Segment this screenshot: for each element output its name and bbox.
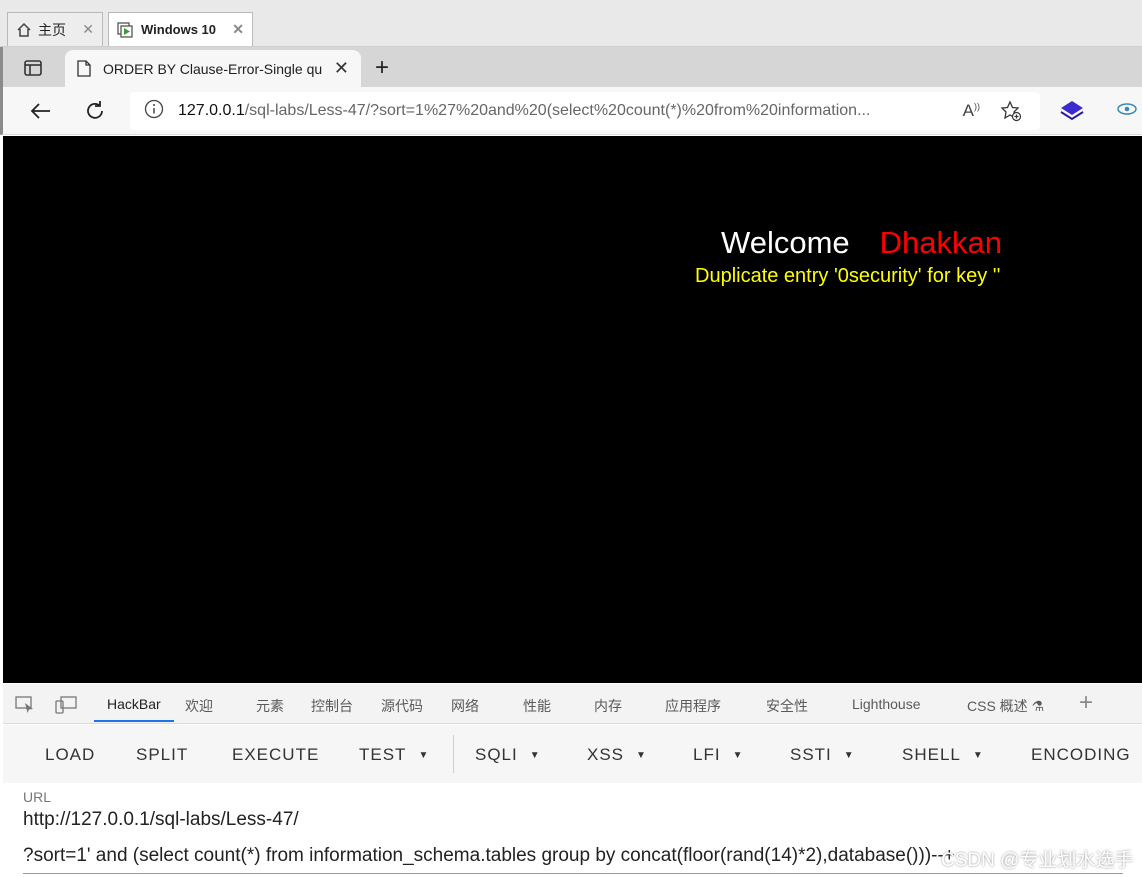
xss-dropdown[interactable]: XSS ▼ — [587, 745, 647, 765]
caret-down-icon: ▼ — [972, 750, 984, 762]
tab-sources[interactable]: 源代码 — [381, 696, 423, 716]
address-url[interactable]: 127.0.0.1/sql-labs/Less-47/?sort=1%27%20… — [178, 102, 928, 120]
sqli-label: SQLI — [475, 745, 518, 764]
vm-tab-windows[interactable]: Windows 10 ✕ — [108, 12, 253, 46]
more-tabs-button[interactable]: + — [1079, 689, 1093, 717]
error-message: Duplicate entry '0security' for key '' — [695, 265, 1001, 287]
url-field-label: URL — [23, 789, 52, 805]
shell-label: SHELL — [902, 745, 961, 764]
test-dropdown[interactable]: TEST ▼ — [359, 745, 429, 765]
address-path: /sql-labs/Less-47/?sort=1%27%20and%20(se… — [244, 102, 871, 119]
caret-down-icon: ▼ — [529, 750, 541, 762]
close-icon[interactable]: ✕ — [334, 58, 349, 79]
hackbar-url-panel: URL http://127.0.0.1/sql-labs/Less-47/ ?… — [3, 783, 1142, 877]
vm-play-icon — [117, 21, 135, 38]
welcome-text: Welcome — [721, 225, 850, 260]
tab-security[interactable]: 安全性 — [766, 696, 808, 716]
tab-css-overview-label: CSS 概述 — [967, 698, 1028, 714]
add-favorite-icon[interactable] — [1000, 100, 1022, 127]
lfi-dropdown[interactable]: LFI ▼ — [693, 745, 743, 765]
address-host: 127.0.0.1 — [178, 102, 245, 119]
page-viewport: Welcome Dhakkan Duplicate entry '0securit… — [3, 136, 1142, 683]
toolbar-divider — [453, 735, 454, 773]
split-button[interactable]: SPLIT — [136, 745, 188, 765]
close-icon[interactable]: ✕ — [232, 21, 244, 38]
xss-label: XSS — [587, 745, 625, 764]
tab-network[interactable]: 网络 — [451, 696, 479, 716]
vm-tab-windows-label: Windows 10 — [141, 22, 217, 37]
url-textarea-line-1[interactable]: http://127.0.0.1/sql-labs/Less-47/ — [23, 809, 299, 831]
navigation-bar: 127.0.0.1/sql-labs/Less-47/?sort=1%27%20… — [0, 87, 1142, 135]
browser-tab-title: ORDER BY Clause-Error-Single qu — [103, 60, 323, 77]
watermark-text: CSDN @专业划水选手 — [941, 850, 1134, 871]
hackbar-toolbar: LOAD SPLIT EXECUTE TEST ▼ SQLI ▼ XSS ▼ LFI ▼… — [3, 725, 1142, 783]
close-icon[interactable]: ✕ — [82, 21, 94, 38]
ssti-dropdown[interactable]: SSTI ▼ — [790, 745, 855, 765]
caret-down-icon: ▼ — [732, 750, 744, 762]
tab-application[interactable]: 应用程序 — [665, 696, 721, 716]
caret-down-icon: ▼ — [418, 750, 430, 762]
shell-dropdown[interactable]: SHELL ▼ — [902, 745, 984, 765]
flask-icon: ⚗ — [1031, 698, 1045, 714]
active-tab-indicator — [94, 720, 174, 722]
tab-memory[interactable]: 内存 — [594, 696, 622, 716]
vm-tab-strip: 主页 ✕ Windows 10 ✕ — [0, 0, 1142, 47]
tab-css-overview[interactable]: CSS 概述 ⚗ — [967, 696, 1044, 716]
address-bar[interactable]: 127.0.0.1/sql-labs/Less-47/?sort=1%27%20… — [130, 92, 1040, 130]
url-textarea-line-2[interactable]: ?sort=1' and (select count(*) from infor… — [23, 845, 955, 867]
tab-lighthouse[interactable]: Lighthouse — [852, 696, 921, 712]
tab-hackbar[interactable]: HackBar — [107, 696, 161, 712]
sqli-dropdown[interactable]: SQLI ▼ — [475, 745, 541, 765]
inspect-element-icon[interactable] — [15, 696, 35, 719]
lfi-label: LFI — [693, 745, 721, 764]
back-arrow-icon[interactable] — [27, 99, 53, 123]
extension-icon[interactable] — [1060, 100, 1084, 127]
tab-actions-icon[interactable] — [21, 57, 45, 79]
welcome-name: Dhakkan — [879, 225, 1002, 260]
caret-down-icon: ▼ — [636, 750, 647, 762]
browser-tab-bar: ORDER BY Clause-Error-Single qu ✕ + — [0, 47, 1142, 87]
refresh-icon[interactable] — [82, 99, 108, 123]
new-tab-button[interactable]: + — [375, 54, 389, 82]
tab-elements[interactable]: 元素 — [256, 696, 284, 716]
welcome-heading: Welcome Dhakkan — [721, 225, 1002, 261]
tab-welcome[interactable]: 欢迎 — [185, 696, 213, 716]
ssti-label: SSTI — [790, 745, 832, 764]
devtools-tab-bar: HackBar 欢迎 元素 控制台 源代码 网络 性能 内存 应用程序 安全性 … — [3, 684, 1142, 724]
document-icon — [77, 60, 91, 77]
vm-tab-home-label: 主页 — [38, 21, 66, 38]
tab-console[interactable]: 控制台 — [311, 696, 353, 716]
test-label: TEST — [359, 745, 407, 764]
tab-performance[interactable]: 性能 — [523, 696, 551, 716]
home-icon — [16, 22, 32, 38]
caret-down-icon: ▼ — [843, 750, 855, 762]
execute-button[interactable]: EXECUTE — [232, 745, 319, 765]
encoding-dropdown[interactable]: ENCODING — [1031, 745, 1131, 765]
browser-tab-active[interactable]: ORDER BY Clause-Error-Single qu ✕ — [65, 50, 361, 87]
url-field-underline — [23, 873, 1123, 874]
vm-tab-home[interactable]: 主页 ✕ — [7, 12, 103, 46]
load-button[interactable]: LOAD — [45, 745, 95, 765]
read-aloud-icon[interactable]: A)) — [963, 101, 980, 121]
device-emulation-icon[interactable] — [55, 696, 77, 719]
extension-eye-icon[interactable] — [1117, 102, 1137, 121]
info-icon[interactable] — [144, 99, 164, 124]
